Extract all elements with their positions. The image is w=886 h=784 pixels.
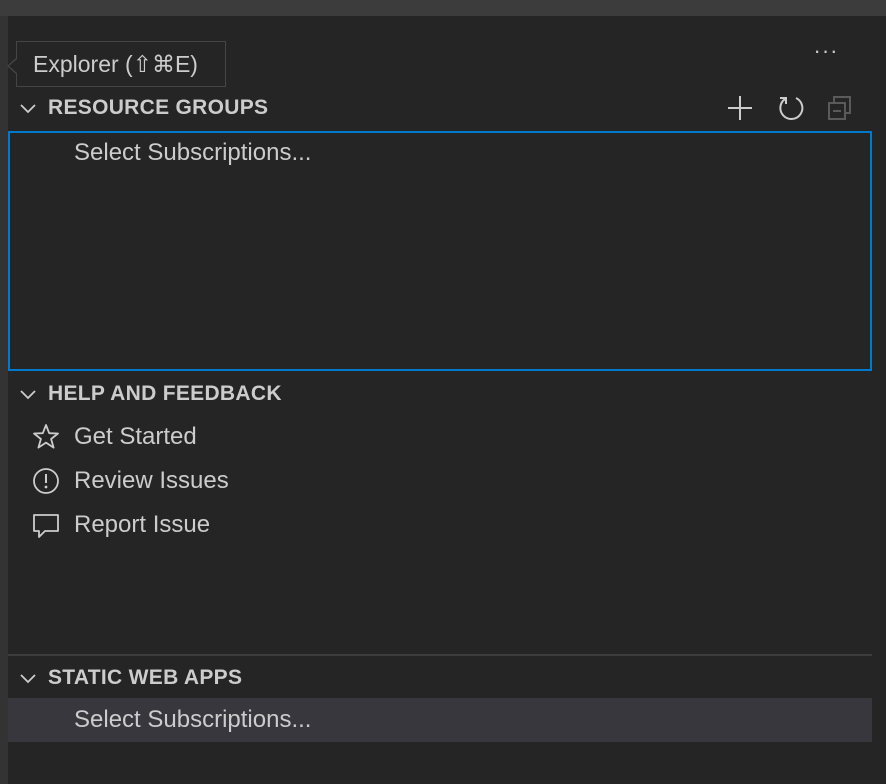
tooltip-text: Explorer (⇧⌘E) <box>33 50 198 77</box>
comment-icon <box>30 509 62 541</box>
refresh-icon[interactable] <box>772 90 808 126</box>
select-subscriptions-label: Select Subscriptions... <box>74 139 312 166</box>
chevron-down-icon <box>8 88 48 128</box>
title-strip <box>0 0 886 16</box>
select-subscriptions-item[interactable]: Select Subscriptions... <box>74 131 311 175</box>
static-web-apps-title: STATIC WEB APPS <box>48 666 243 689</box>
explorer-tooltip: Explorer (⇧⌘E) <box>16 41 226 87</box>
chevron-down-icon <box>8 658 48 698</box>
issues-icon <box>30 465 62 497</box>
resource-groups-actions <box>722 88 858 128</box>
section-divider[interactable] <box>8 654 872 656</box>
help-feedback-title: HELP AND FEEDBACK <box>48 382 282 405</box>
resource-groups-title: RESOURCE GROUPS <box>48 96 269 119</box>
scrollbar-track[interactable] <box>872 16 886 784</box>
report-issue-item[interactable]: Report Issue <box>74 503 210 547</box>
get-started-item[interactable]: Get Started <box>74 415 197 459</box>
more-actions-icon: ··· <box>813 38 839 63</box>
tooltip-arrow-fill <box>9 59 17 73</box>
more-actions-button[interactable]: ··· <box>806 36 846 66</box>
collapse-all-icon[interactable] <box>822 90 858 126</box>
select-subscriptions-label: Select Subscriptions... <box>74 706 312 733</box>
review-issues-label: Review Issues <box>74 467 229 494</box>
select-subscriptions-item[interactable]: Select Subscriptions... <box>74 698 311 742</box>
activity-bar-edge <box>0 16 8 784</box>
review-issues-item[interactable]: Review Issues <box>74 459 229 503</box>
star-icon <box>30 421 62 453</box>
help-feedback-header[interactable]: HELP AND FEEDBACK <box>8 374 872 414</box>
static-web-apps-header[interactable]: STATIC WEB APPS <box>8 658 872 698</box>
plus-icon[interactable] <box>722 90 758 126</box>
chevron-down-icon <box>8 374 48 414</box>
report-issue-label: Report Issue <box>74 511 211 538</box>
get-started-label: Get Started <box>74 423 197 450</box>
resource-groups-header[interactable]: RESOURCE GROUPS <box>8 88 872 128</box>
